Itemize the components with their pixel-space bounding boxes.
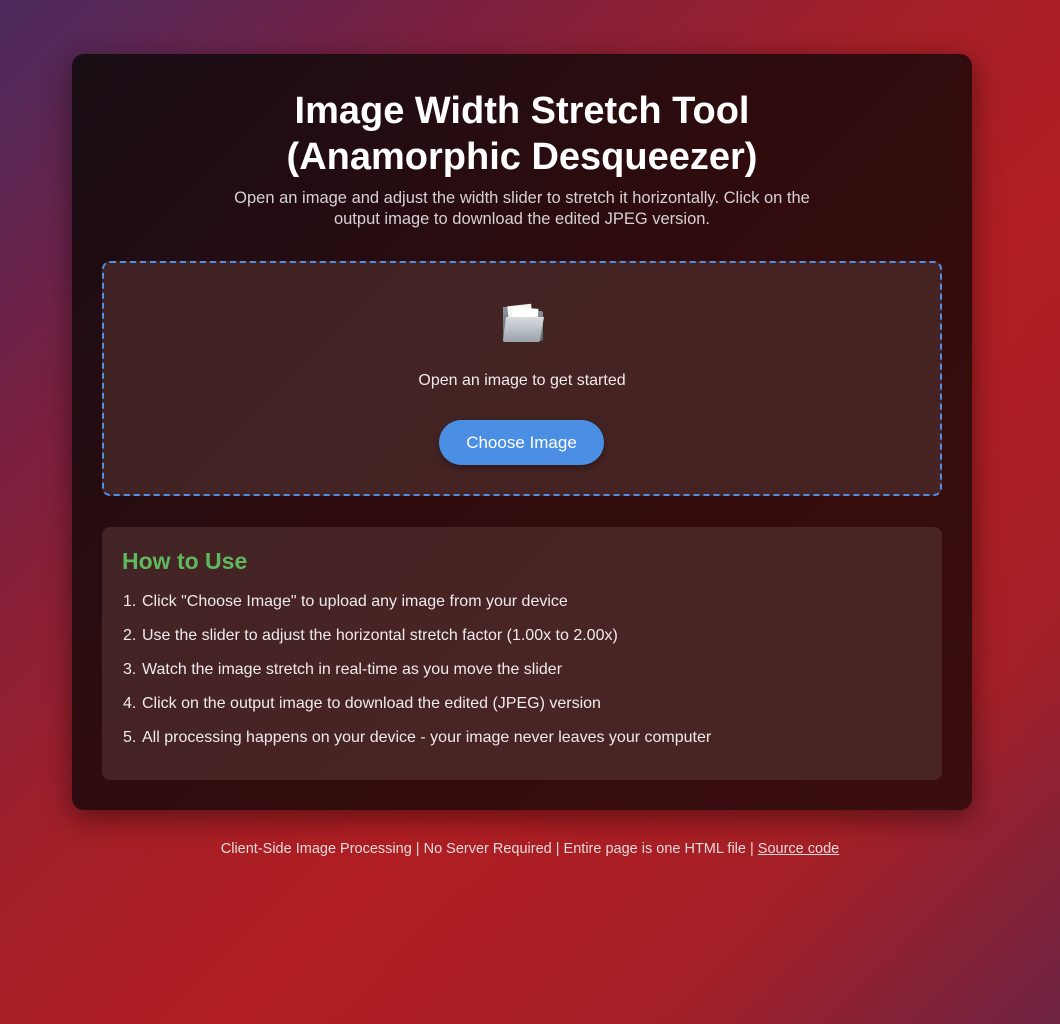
step-text: Watch the image stretch in real-time as … [142,661,563,678]
step-text: Click on the output image to download th… [142,695,601,712]
upload-dropzone[interactable]: Open an image to get started Choose Imag… [102,261,942,496]
how-to-use-panel: How to Use 1. Click "Choose Image" to upl… [102,527,942,780]
page-title-line1: Image Width Stretch Tool [294,90,750,132]
step-text: Click "Choose Image" to upload any image… [142,593,568,610]
dropzone-text: Open an image to get started [418,372,626,389]
page-title-line2: (Anamorphic Desqueezer) [286,136,758,178]
step-text: Use the slider to adjust the horizontal … [142,627,618,644]
step-item: 2. Use the slider to adjust the horizonta… [102,624,711,658]
step-item: 5. All processing happens on your device … [102,726,711,760]
page-footer: Client-Side Image Processing | No Server… [0,840,1060,858]
choose-image-button[interactable]: Choose Image [439,420,604,465]
step-number: 3. [123,661,137,678]
source-code-link[interactable]: Source code [758,841,839,857]
step-item: 3. Watch the image stretch in real-time a… [102,658,711,692]
footer-text: Client-Side Image Processing | No Server… [220,841,758,857]
step-number: 5. [123,729,137,746]
step-item: 1. Click "Choose Image" to upload any ima… [102,590,711,624]
page-title: Image Width Stretch Tool (Anamorphic Des… [72,88,972,180]
page-subtitle: Open an image and adjust the width slide… [234,189,810,228]
step-number: 1. [123,593,137,610]
how-to-use-steps: 1. Click "Choose Image" to upload any ima… [102,590,711,760]
step-number: 2. [123,627,137,644]
step-number: 4. [123,695,137,712]
folder-icon [503,303,544,342]
step-item: 4. Click on the output image to download … [102,692,711,726]
step-text: All processing happens on your device - … [142,729,712,746]
how-to-use-title: How to Use [122,548,248,574]
main-card: Image Width Stretch Tool (Anamorphic Des… [72,54,972,810]
